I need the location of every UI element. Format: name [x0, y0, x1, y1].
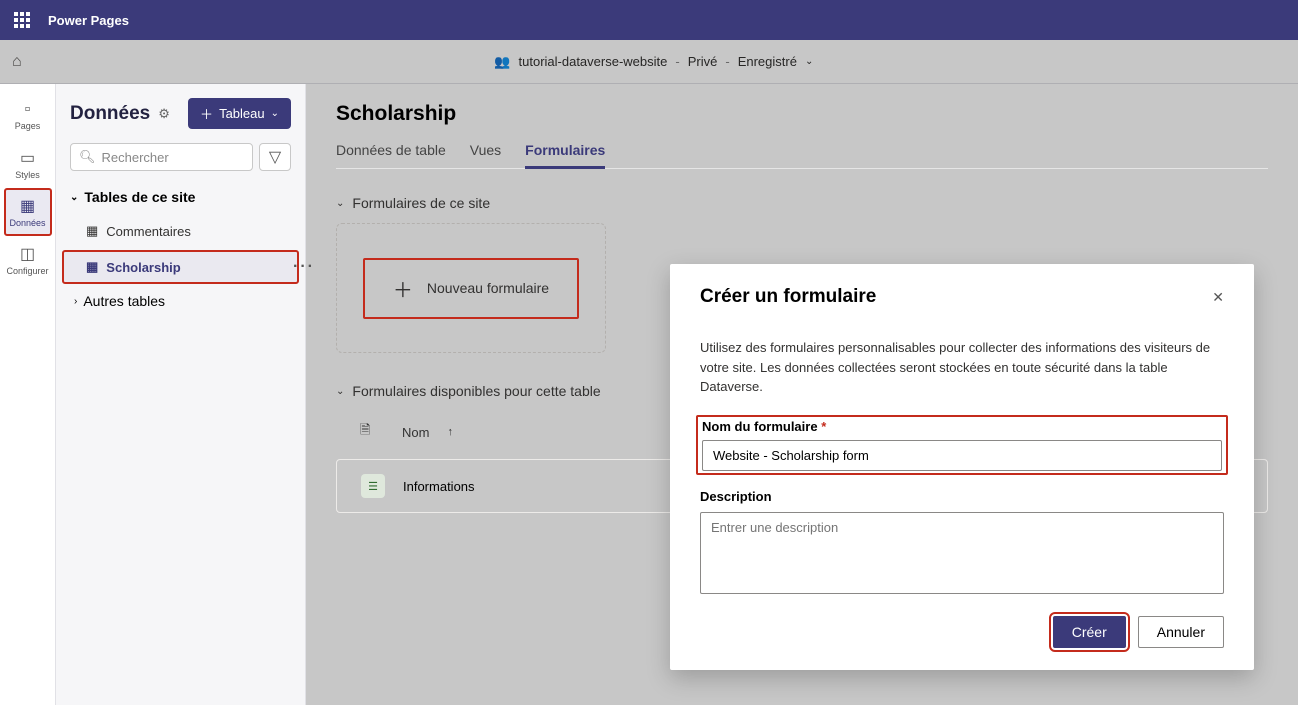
chevron-down-icon: ⌄ — [70, 192, 78, 203]
section-site-forms[interactable]: ⌄ Formulaires de ce site — [336, 195, 1268, 211]
nav-pages-label: Pages — [15, 121, 41, 131]
tree-section-other-label: Autres tables — [83, 293, 165, 309]
people-icon: 👥 — [494, 54, 510, 70]
section-label: Formulaires de ce site — [352, 195, 490, 211]
col-name[interactable]: Nom — [402, 425, 429, 440]
tab-views[interactable]: Vues — [470, 136, 501, 168]
site-visibility: Privé — [688, 54, 718, 69]
dialog-helper: Utilisez des formulaires personnalisable… — [700, 338, 1224, 397]
new-form-label: Nouveau formulaire — [427, 280, 549, 296]
nav-styles[interactable]: ▭ Styles — [4, 140, 52, 188]
subtitlebar: ⌂ 👥 tutorial-dataverse-website - Privé -… — [0, 40, 1298, 84]
chevron-right-icon: › — [74, 296, 77, 307]
chevron-down-icon: ⌄ — [271, 108, 279, 119]
site-name: tutorial-dataverse-website — [519, 54, 668, 69]
filter-icon: ▽ — [269, 147, 281, 167]
styles-icon: ▭ — [20, 148, 35, 168]
tab-forms[interactable]: Formulaires — [525, 136, 605, 168]
table-icon: ▦ — [86, 223, 98, 239]
tab-table-data[interactable]: Données de table — [336, 136, 446, 168]
table-icon: ▦ — [86, 259, 98, 275]
search-input[interactable]: 🔍︎ Rechercher — [70, 143, 253, 171]
gear-icon[interactable]: ⚙ — [158, 106, 170, 122]
tabs: Données de table Vues Formulaires — [336, 136, 1268, 169]
create-form-dialog: Créer un formulaire ✕ Utilisez des formu… — [670, 264, 1254, 670]
titlebar: Power Pages — [0, 0, 1298, 40]
tree-section-site[interactable]: ⌄ Tables de ce site — [56, 181, 305, 213]
nav-configure-label: Configurer — [6, 266, 48, 276]
search-icon: 🔍︎ — [79, 149, 96, 165]
form-name-label: Nom du formulaire * — [702, 419, 1222, 434]
pages-icon: ▫ — [25, 101, 31, 119]
add-table-label: Tableau — [219, 106, 265, 121]
plus-icon: ＋ — [200, 104, 213, 123]
chevron-down-icon: ⌄ — [805, 56, 813, 67]
sidebar: Données ⚙ ＋ Tableau ⌄ 🔍︎ Rechercher ▽ ⌄ … — [56, 84, 306, 705]
table-item-scholarship[interactable]: ▦ Scholarship ··· — [62, 250, 299, 284]
dialog-title: Créer un formulaire — [700, 286, 876, 308]
site-status[interactable]: 👥 tutorial-dataverse-website - Privé - E… — [494, 54, 813, 70]
tree-section-other[interactable]: › Autres tables — [56, 285, 305, 317]
description-input[interactable] — [700, 512, 1224, 594]
filter-button[interactable]: ▽ — [259, 143, 291, 171]
nav-data-label: Données — [9, 218, 45, 228]
table-item-label: Commentaires — [106, 224, 191, 239]
cancel-button[interactable]: Annuler — [1138, 616, 1224, 648]
description-label: Description — [700, 489, 1224, 504]
table-item-comments[interactable]: ▦ Commentaires — [62, 214, 299, 248]
close-icon[interactable]: ✕ — [1212, 289, 1224, 306]
file-icon: 🗎 — [360, 421, 384, 443]
brand-name: Power Pages — [48, 13, 129, 28]
chevron-down-icon: ⌄ — [336, 198, 344, 209]
nav-configure[interactable]: ◫ Configurer — [4, 236, 52, 284]
site-save-state: Enregistré — [738, 54, 797, 69]
chevron-down-icon: ⌄ — [336, 386, 344, 397]
section-label: Formulaires disponibles pour cette table — [352, 383, 600, 399]
create-button[interactable]: Créer — [1053, 616, 1126, 648]
sort-asc-icon: ↑ — [447, 426, 453, 438]
form-name-input[interactable] — [702, 440, 1222, 471]
page-title: Scholarship — [336, 102, 1268, 126]
configure-icon: ◫ — [20, 244, 35, 264]
new-form-button[interactable]: ＋ Nouveau formulaire — [336, 223, 606, 353]
nav-data[interactable]: ▦ Données — [4, 188, 52, 236]
more-icon[interactable]: ··· — [293, 258, 315, 276]
plus-icon: ＋ — [393, 274, 413, 303]
home-icon[interactable]: ⌂ — [12, 53, 22, 71]
left-nav: ▫ Pages ▭ Styles ▦ Données ◫ Configurer — [0, 84, 56, 705]
table-item-label: Scholarship — [106, 260, 180, 275]
tree-section-site-label: Tables de ce site — [84, 189, 195, 205]
nav-pages[interactable]: ▫ Pages — [4, 92, 52, 140]
row-name: Informations — [403, 479, 475, 494]
form-type-icon: ☰ — [361, 474, 385, 498]
sidebar-title: Données ⚙ — [70, 103, 170, 125]
nav-styles-label: Styles — [15, 170, 40, 180]
app-launcher-icon[interactable] — [14, 12, 30, 28]
search-placeholder: Rechercher — [102, 150, 169, 165]
data-icon: ▦ — [20, 196, 35, 216]
add-table-button[interactable]: ＋ Tableau ⌄ — [188, 98, 291, 129]
